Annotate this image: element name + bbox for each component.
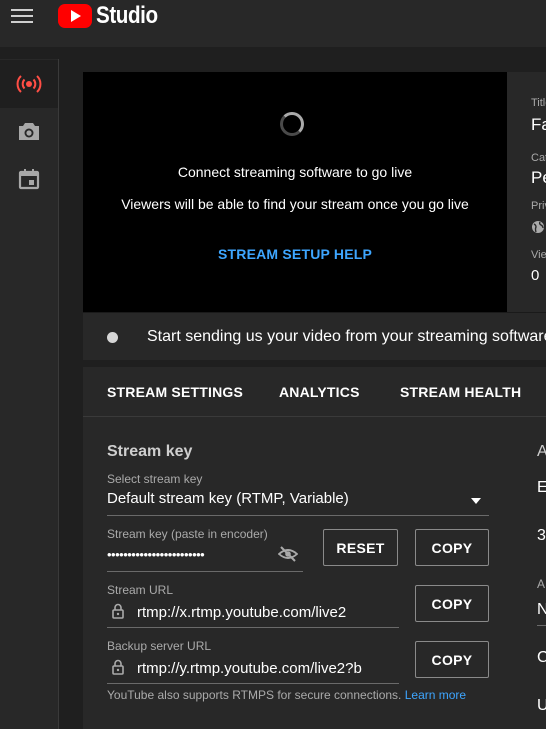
privacy-label: Privacy	[531, 200, 546, 212]
status-message: Start sending us your video from your st…	[147, 328, 546, 345]
camera-icon	[19, 123, 39, 140]
stream-setup-help-link[interactable]: STREAM SETUP HELP	[83, 246, 507, 262]
sidebar-item-stream[interactable]	[0, 60, 58, 108]
backup-url-label: Backup server URL	[107, 639, 212, 653]
tab-analytics[interactable]: ANALYTICS	[279, 384, 360, 400]
live-broadcast-icon	[16, 75, 42, 93]
lock-icon	[112, 659, 124, 675]
status-bar: Start sending us your video from your st…	[83, 312, 546, 360]
calendar-icon	[18, 169, 40, 190]
lock-icon	[112, 603, 124, 619]
stream-settings-panel: STREAM SETTINGS ANALYTICS STREAM HEALTH …	[83, 367, 546, 729]
right-col-item-e: E	[537, 479, 546, 496]
right-col-label: A	[537, 577, 546, 591]
stream-key-heading: Stream key	[107, 443, 193, 460]
globe-icon	[532, 221, 544, 233]
right-col-item-n[interactable]: N	[537, 601, 546, 619]
copy-stream-url-button[interactable]: COPY	[415, 585, 489, 622]
stream-key-field[interactable]: ••••••••••••••••••••••••	[107, 547, 205, 562]
stream-info-panel: Title Fa Category Pe Privacy Viewers 0	[507, 72, 546, 312]
sidebar-item-manage[interactable]	[0, 155, 58, 203]
select-underline	[107, 515, 489, 516]
right-col-item-c: C	[537, 649, 546, 666]
dropdown-arrow-icon[interactable]	[471, 498, 481, 504]
tab-stream-health[interactable]: STREAM HEALTH	[400, 384, 521, 400]
stream-preview	[83, 72, 507, 312]
category-label: Category	[531, 152, 546, 164]
tab-stream-settings[interactable]: STREAM SETTINGS	[107, 384, 243, 400]
tabs-divider	[83, 416, 546, 417]
category-value: Pe	[531, 168, 546, 187]
stream-key-underline	[107, 571, 303, 572]
title-value: Fa	[531, 115, 546, 134]
learn-more-link[interactable]: Learn more	[405, 688, 466, 702]
backup-url-field[interactable]: rtmp://y.rtmp.youtube.com/live2?b	[137, 660, 362, 677]
stream-key-label: Stream key (paste in encoder)	[107, 527, 268, 541]
status-dot-icon	[107, 332, 118, 343]
visibility-off-icon[interactable]	[278, 546, 298, 562]
stream-key-select[interactable]: Default stream key (RTMP, Variable)	[107, 490, 349, 507]
right-col-item-3: 3	[537, 527, 546, 544]
copy-backup-url-button[interactable]: COPY	[415, 641, 489, 678]
right-col-heading: A	[537, 443, 546, 460]
viewers-count: 0	[531, 267, 540, 284]
viewers-label: Viewers	[531, 249, 546, 261]
menu-icon[interactable]	[11, 9, 35, 25]
stream-url-field[interactable]: rtmp://x.rtmp.youtube.com/live2	[137, 604, 346, 621]
copy-stream-key-button[interactable]: COPY	[415, 529, 489, 566]
stream-url-label: Stream URL	[107, 583, 174, 597]
stream-url-underline	[107, 627, 399, 628]
reset-button[interactable]: RESET	[323, 529, 398, 566]
backup-url-underline	[107, 683, 399, 684]
loading-spinner-icon	[280, 112, 304, 136]
rtmps-note: YouTube also supports RTMPS for secure c…	[107, 688, 402, 702]
sidebar-item-webcam[interactable]	[0, 107, 58, 155]
title-label: Title	[531, 97, 546, 109]
viewers-message: Viewers will be able to find your stream…	[121, 196, 469, 212]
youtube-logo-icon[interactable]	[57, 2, 93, 30]
right-col-underline	[537, 625, 546, 626]
select-stream-key-label: Select stream key	[107, 472, 203, 486]
connect-message: Connect streaming software to go live	[177, 164, 413, 180]
studio-wordmark: Studio	[96, 2, 158, 29]
right-col-item-u: U	[537, 697, 546, 714]
rtmps-footnote: YouTube also supports RTMPS for secure c…	[107, 688, 466, 702]
